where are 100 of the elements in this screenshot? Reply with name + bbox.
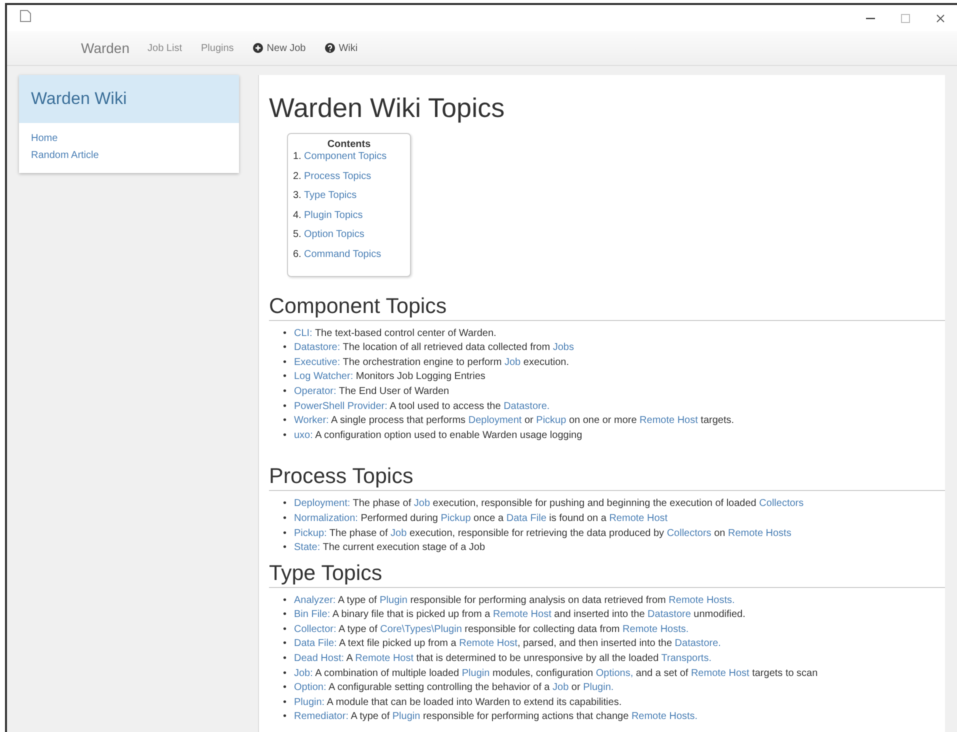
list-bullet: • [283, 512, 288, 526]
term-link[interactable]: CLI: [294, 328, 312, 339]
list-bullet: • [283, 414, 288, 428]
inline-link[interactable]: Options, [596, 668, 634, 679]
inline-link[interactable]: Remote Host [493, 609, 552, 620]
plus-circle-icon [252, 43, 263, 53]
list-bullet: • [283, 384, 288, 399]
topic-entry: Analyzer: A type of Plugin responsible for performing analysis on data retrieved from Remote Hosts. [294, 594, 735, 608]
sidebar-link[interactable]: Random Article [31, 150, 99, 161]
list-bullet: • [283, 681, 288, 696]
term-link[interactable]: PowerShell Provider: [294, 400, 388, 412]
topic-entry: Executive: The orchestration engine to perform Job execution. [294, 356, 569, 370]
topic-entry: Pickup: The phase of Job execution, responsible for retrieving the data produced by Collectors on Remote Hosts [294, 526, 792, 540]
inline-link[interactable]: Jobs [552, 342, 574, 354]
inline-link[interactable]: Remote Hosts [728, 528, 792, 538]
inline-link[interactable]: Core\Types\Plugin [380, 624, 462, 635]
list-bullet: • [283, 608, 288, 622]
inline-link[interactable]: Collectors [666, 528, 712, 538]
question-circle-icon [324, 43, 335, 53]
inline-link[interactable]: Pickup [440, 512, 471, 524]
inline-link[interactable]: Plugin. [583, 682, 614, 694]
topic-entry: Option: A configurable setting controlling the behavior of a Job or Plugin. [294, 681, 614, 696]
term-link[interactable]: Pickup: [294, 528, 327, 538]
term-link[interactable]: Executive: [294, 356, 340, 368]
term-link[interactable]: Normalization: [294, 512, 358, 524]
nav-link[interactable]: Plugins [200, 42, 234, 54]
inline-link[interactable]: Job [552, 682, 569, 694]
section-heading: Process Topics [269, 463, 945, 492]
close-icon[interactable] [936, 14, 945, 22]
list-bullet: • [283, 428, 288, 443]
inline-link[interactable]: Remote Host [640, 415, 698, 426]
topic-entry: Dead Host: A Remote Host that is determined to be unresponsive by all the loaded Transports. [294, 652, 712, 666]
term-link[interactable]: Log Watcher: [294, 371, 354, 382]
list-bullet: • [283, 400, 288, 414]
inline-link[interactable]: Datastore [648, 609, 691, 620]
inline-link[interactable]: Remote Host [609, 512, 668, 524]
inline-link[interactable]: Job [390, 528, 407, 538]
term-link[interactable]: Analyzer: [294, 594, 336, 606]
sidebar-title: Warden Wiki [19, 75, 239, 123]
nav-link[interactable]: Wiki [324, 42, 358, 54]
page-title: Warden Wiki Topics [269, 93, 506, 123]
contents-link[interactable]: Component Topics [304, 151, 387, 163]
contents-link[interactable]: Option Topics [304, 229, 364, 242]
brand-link[interactable]: Warden [81, 40, 130, 56]
nav-link[interactable]: New Job [252, 42, 306, 54]
term-link[interactable]: Datastore: [294, 342, 340, 354]
term-link[interactable]: Deployment: [294, 498, 350, 510]
topic-entry: CLI: The text-based control center of Warden. [294, 326, 496, 341]
sidebar-link[interactable]: Home [31, 133, 58, 144]
section-heading: Component Topics [269, 292, 945, 321]
topic-entry: Operator: The End User of Warden [294, 384, 450, 399]
inline-link[interactable]: Plugin [392, 711, 420, 722]
inline-link[interactable]: Datastore. [504, 400, 550, 412]
term-link[interactable]: Collector: [294, 624, 336, 635]
topic-entry: Collector: A type of Core\Types\Plugin responsible for collecting data from Remote Hosts. [294, 622, 689, 637]
inline-link[interactable]: Transports. [661, 653, 712, 664]
term-link[interactable]: Option: [294, 682, 326, 694]
inline-link[interactable]: Pickup [536, 415, 566, 426]
term-link[interactable]: Plugin: [294, 696, 325, 708]
inline-link[interactable]: Remote Host [690, 668, 750, 679]
contents-link[interactable]: Plugin Topics [304, 210, 363, 222]
inline-link[interactable]: Remote Hosts. [631, 711, 698, 722]
contents-link[interactable]: Process Topics [304, 170, 372, 183]
list-bullet: • [283, 696, 288, 710]
list-bullet: • [283, 594, 288, 608]
inline-link[interactable]: Job [504, 356, 521, 368]
term-link[interactable]: Data File: [294, 638, 337, 650]
inline-link[interactable]: Collectors [759, 498, 804, 510]
list-bullet: • [283, 637, 288, 652]
inline-link[interactable]: Remote Hosts. [622, 624, 689, 635]
topic-entry: Bin File: A binary file that is picked up from a Remote Host and inserted into the Datastore unmodified. [294, 608, 746, 622]
topic-entry: Plugin: A module that can be loaded into Warden to extend its capabilities. [294, 696, 622, 710]
contents-link[interactable]: Command Topics [304, 248, 382, 261]
term-link[interactable]: State: [294, 542, 320, 554]
nav-link[interactable]: Job List [148, 42, 182, 54]
list-bullet: • [283, 370, 288, 384]
term-link[interactable]: Operator: [294, 386, 336, 397]
list-bullet: • [283, 622, 288, 637]
inline-link[interactable]: Remote Hosts. [668, 594, 735, 606]
inline-link[interactable]: Datastore. [674, 638, 721, 650]
inline-link[interactable]: Remote Host [459, 638, 518, 650]
inline-link[interactable]: Data File [506, 512, 546, 524]
term-link[interactable]: Dead Host: [294, 653, 344, 664]
term-link[interactable]: uxo: [294, 430, 313, 441]
list-bullet: • [283, 326, 288, 341]
topic-entry: Data File: A text file picked up from a Remote Host, parsed, and then inserted into the Datastore. [294, 637, 721, 652]
topic-entry: Remediator: A type of Plugin responsible for performing actions that change Remote Hosts. [294, 710, 698, 724]
inline-link[interactable]: Remote Host [355, 653, 414, 664]
topic-entry: uxo: A configuration option used to enable Warden usage logging [294, 428, 582, 443]
inline-link[interactable]: Deployment [468, 415, 522, 426]
inline-link[interactable]: Plugin [462, 668, 490, 679]
term-link[interactable]: Remediator: [294, 711, 348, 722]
term-link[interactable]: Bin File: [294, 609, 330, 620]
section-heading: Type Topics [269, 560, 945, 588]
item-number: 4. [293, 210, 299, 222]
term-link[interactable]: Worker: [294, 415, 329, 426]
term-link[interactable]: Job: [294, 668, 313, 679]
inline-link[interactable]: Plugin [380, 594, 408, 606]
contents-link[interactable]: Type Topics [304, 190, 357, 202]
inline-link[interactable]: Job [414, 498, 430, 510]
